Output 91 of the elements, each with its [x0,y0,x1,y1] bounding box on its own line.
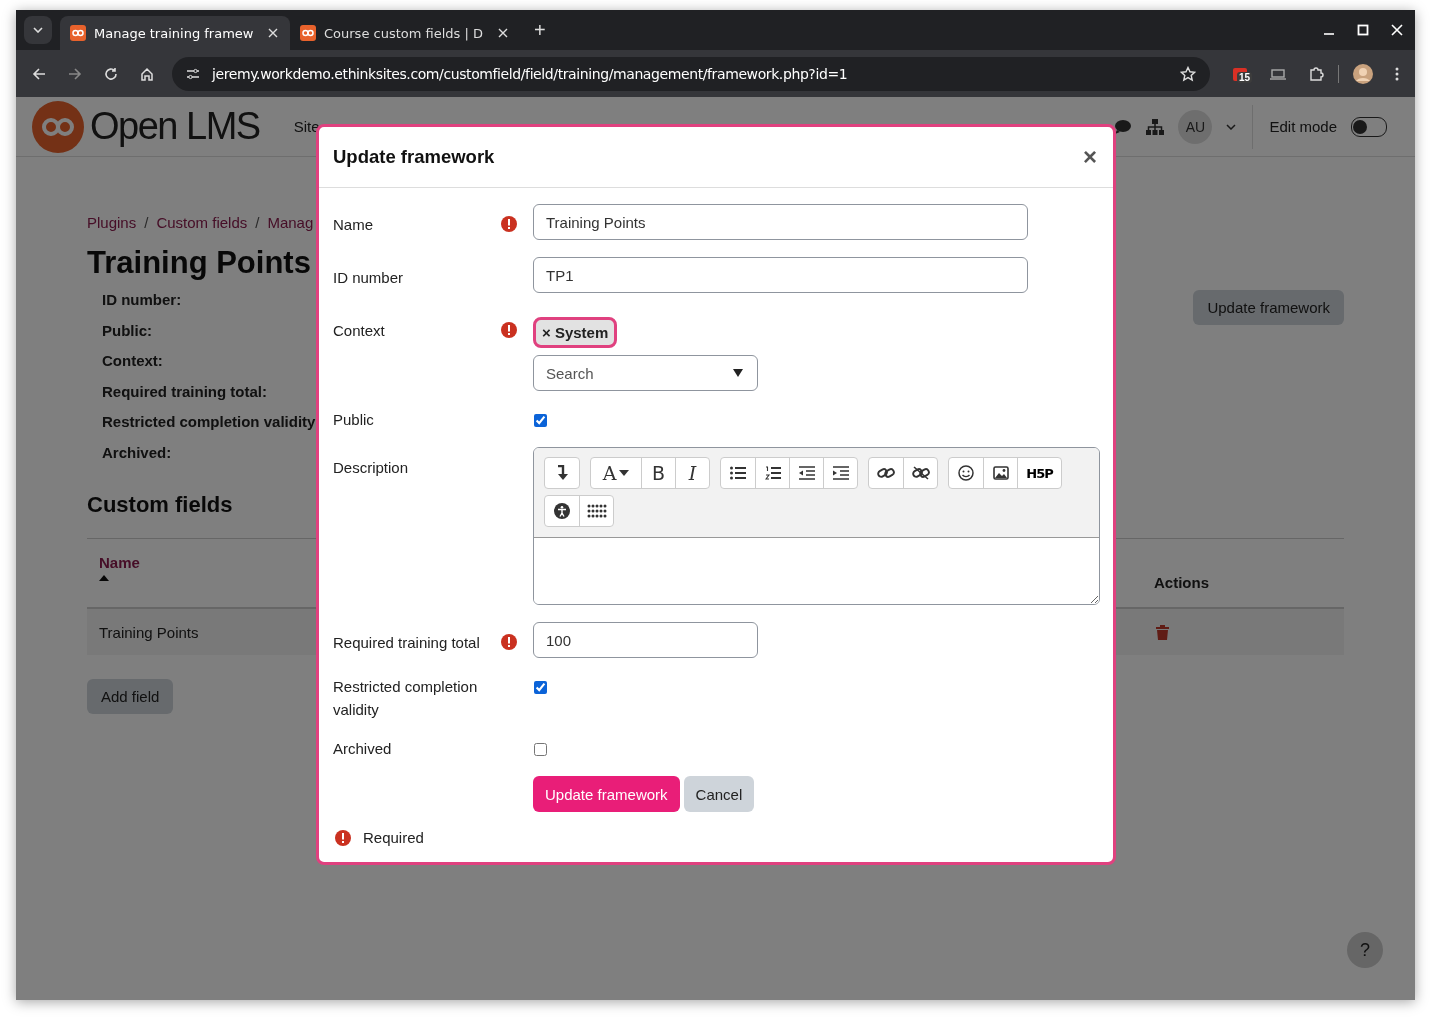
search-dropdown[interactable]: Search [533,355,758,391]
page-title: Training Points [87,245,312,281]
cancel-button[interactable]: Cancel [683,776,755,812]
link-icon [877,466,895,480]
image-icon [992,466,1009,480]
smiley-icon [958,465,974,481]
breadcrumb-link[interactable]: Manag [267,214,314,231]
logo-text: Open LMS [90,105,260,148]
detail-label: Required training total: [102,382,268,402]
required-note: Required [363,829,424,846]
breadcrumb-link[interactable]: Plugins [87,214,137,231]
column-header[interactable]: Actions [1154,574,1209,591]
checkbox[interactable] [534,681,547,694]
logo-icon [32,100,84,153]
detail-label: Restricted completion validity [102,413,316,432]
puzzle-piece-icon[interactable] [1308,65,1324,82]
field-label: Required training total [333,633,480,653]
close-icon[interactable] [498,28,508,38]
breadcrumb-link[interactable]: Custom fields [156,214,248,231]
breadcrumb-separator: / [255,214,260,231]
context-tag[interactable]: × System [533,317,618,348]
update-framework-button[interactable]: Update framework [1193,290,1344,325]
forward-icon[interactable] [68,66,82,81]
dot-grid-icon [586,504,607,518]
arrow-down-icon [556,465,568,481]
detail-label: ID number: [102,291,183,310]
maximize-icon[interactable] [1357,24,1369,36]
breadcrumb-separator: / [144,214,149,231]
text-field[interactable]: Training Points [533,204,1028,240]
field-label: ID number [333,268,404,288]
bookmark-star-icon[interactable] [1180,65,1196,82]
favicon-icon [300,25,316,41]
indent-icon [832,466,849,480]
chat-icon[interactable] [1114,118,1133,135]
new-tab-button[interactable]: + [530,18,550,42]
required-icon [335,829,351,846]
field-label: Context [333,321,385,341]
tab-title: Manage training framew [94,25,255,41]
url-text: jeremy.workdemo.ethinksites.com/customfield/field/training/management/framework.php?id=1 [212,65,848,82]
column-header[interactable]: Name [99,554,140,571]
edit-mode-label: Edit mode [1269,118,1337,135]
address-bar[interactable]: jeremy.workdemo.ethinksites.com/customfield/field/training/management/framework.php?id=1 [172,56,1210,91]
modal-title: Update framework [333,146,495,168]
table-cell: Training Points [99,623,199,641]
back-icon[interactable] [32,66,46,81]
cast-icon[interactable] [1270,67,1286,80]
detail-label: Context: [102,352,164,371]
bullet-list-icon [730,466,746,480]
checkbox[interactable] [534,414,547,427]
text-field[interactable]: 100 [533,622,758,658]
description-editor[interactable]: A B I H5P [533,447,1100,605]
section-title: Custom fields [87,492,233,518]
trash-icon[interactable] [1156,624,1169,640]
reload-icon[interactable] [104,66,118,81]
outdent-icon [798,466,815,480]
numbered-list-icon [764,466,781,480]
add-field-button[interactable]: Add field [87,679,174,714]
field-label: Restricted completion validity [333,677,479,720]
close-button[interactable]: × [1083,143,1097,171]
update-framework-button[interactable]: Update framework [533,776,680,812]
close-icon[interactable] [268,28,278,38]
field-label: Archived [333,739,392,759]
browser-tab[interactable]: Course custom fields | D [290,16,520,50]
accessibility-icon [554,503,570,519]
tab-list-button[interactable] [24,16,52,44]
field-label: Description [333,458,409,478]
field-label: Public [333,410,374,430]
profile-avatar-icon[interactable] [1353,63,1373,84]
favicon-icon [70,25,86,41]
nav-link[interactable]: Site [293,118,320,135]
checkbox[interactable] [534,743,547,756]
dropdown-arrow-icon [733,369,743,377]
caret-icon [33,27,43,33]
site-settings-icon[interactable] [186,67,200,80]
caret-icon [619,470,630,476]
unlink-icon [911,466,930,480]
italic-button[interactable]: I [675,458,709,488]
calendar-badge: 15 [1237,71,1253,83]
menu-icon[interactable] [1395,66,1399,81]
text-field[interactable]: TP1 [533,257,1028,293]
home-icon[interactable] [140,66,154,81]
tab-title: Course custom fields | D [324,25,484,41]
browser-tab[interactable]: Manage training framew [60,16,290,50]
hierarchy-icon[interactable] [1146,118,1165,135]
edit-mode-toggle[interactable] [1351,116,1387,137]
bold-button[interactable]: B [641,458,675,488]
font-color-button[interactable]: A [591,458,641,488]
detail-label: Public: [102,321,153,341]
detail-label: Archived: [102,443,173,463]
caret-icon[interactable] [1226,123,1237,130]
field-label: Name [333,215,373,235]
